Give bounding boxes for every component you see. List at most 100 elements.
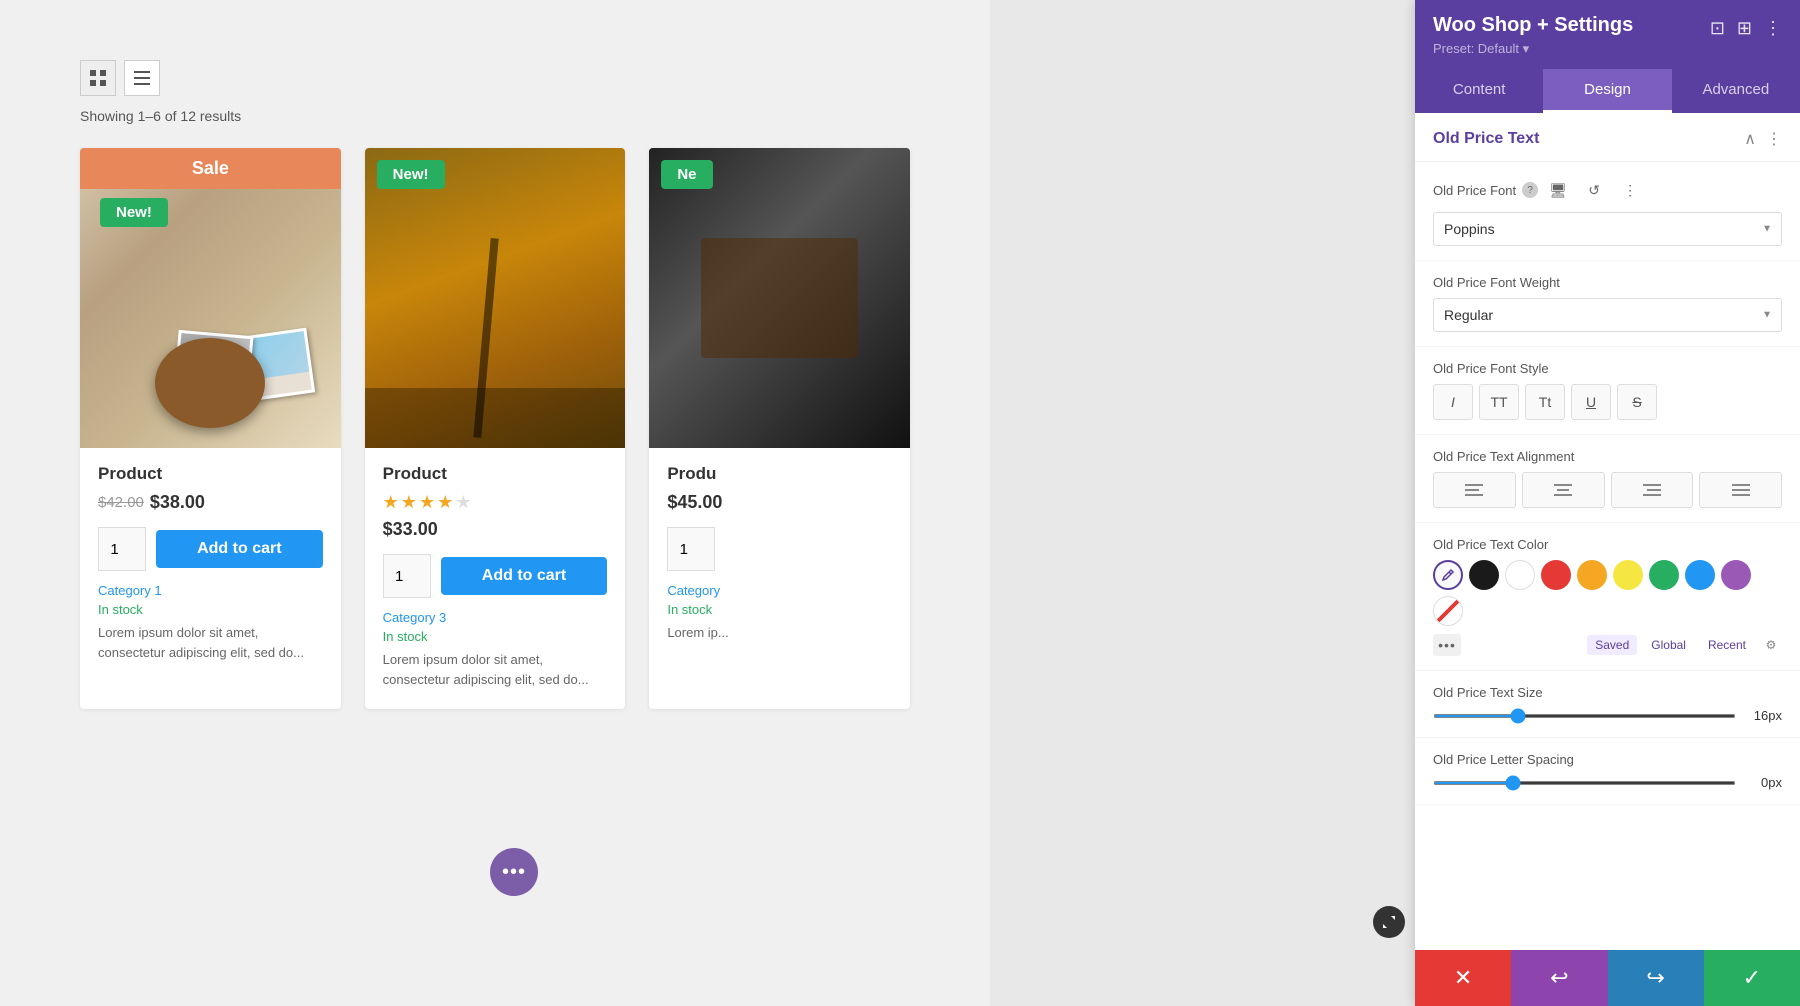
category-link[interactable]: Category <box>667 583 892 598</box>
align-right-button[interactable] <box>1611 472 1694 508</box>
saved-tab[interactable]: Saved <box>1587 635 1637 655</box>
product-image-wrapper: Ne <box>649 148 910 448</box>
desktop-icon[interactable]: 🖥 <box>1544 176 1572 204</box>
product-image-wrapper: New! <box>365 148 626 448</box>
product-name: Produ <box>667 464 892 484</box>
letter-spacing-range-row: 0px <box>1433 775 1782 790</box>
size-setting-row: Old Price Text Size 16px <box>1415 671 1800 738</box>
reset-icon[interactable]: ↺ <box>1580 176 1608 204</box>
new-badge: New! <box>377 160 445 189</box>
category-link[interactable]: Category 1 <box>98 583 323 598</box>
cancel-button[interactable]: ✕ <box>1415 950 1511 1006</box>
font-setting-row: Old Price Font ? 🖥 ↺ ⋮ Poppins Open Sans… <box>1415 162 1800 261</box>
color-more-button[interactable]: ••• <box>1433 634 1461 656</box>
old-price: $42.00 <box>98 494 144 511</box>
color-red[interactable] <box>1541 560 1571 590</box>
color-blue[interactable] <box>1685 560 1715 590</box>
tab-content[interactable]: Content <box>1415 69 1543 113</box>
product-description: Lorem ipsum dolor sit amet, consectetur … <box>383 650 608 689</box>
cart-row: Add to cart <box>98 527 323 571</box>
new-price: $38.00 <box>150 492 205 513</box>
price: $33.00 <box>383 519 438 540</box>
section-more-icon[interactable]: ⋮ <box>1766 129 1782 149</box>
product-image <box>365 148 626 448</box>
font-action-icons: 🖥 ↺ ⋮ <box>1544 176 1644 204</box>
action-bar: ✕ ↩ ↪ ✓ <box>1415 950 1800 1006</box>
product-body: Produ $45.00 Category In stock Lorem ip.… <box>649 448 910 663</box>
in-stock-label: In stock <box>667 602 892 617</box>
confirm-button[interactable]: ✓ <box>1704 950 1800 1006</box>
color-saved-row: ••• Saved Global Recent ⚙ <box>1433 634 1782 656</box>
eyedropper-button[interactable] <box>1433 560 1463 590</box>
weight-select-wrapper: Regular Bold Light Medium Semi Bold Extr… <box>1433 298 1782 332</box>
help-icon[interactable]: ? <box>1522 182 1538 198</box>
redo-button[interactable]: ↪ <box>1608 950 1704 1006</box>
size-range-row: 16px <box>1433 708 1782 723</box>
color-clear[interactable] <box>1433 596 1463 626</box>
underline-button[interactable]: U <box>1571 384 1611 420</box>
italic-button[interactable]: I <box>1433 384 1473 420</box>
align-left-button[interactable] <box>1433 472 1516 508</box>
panel-header-icons: ⊡ ⊞ ⋮ <box>1710 18 1782 39</box>
grid-view-button[interactable] <box>80 60 116 96</box>
product-body: Product ★ ★ ★ ★ ★ $33.00 Add to cart Cat… <box>365 448 626 709</box>
undo-button[interactable]: ↩ <box>1511 950 1607 1006</box>
tab-advanced[interactable]: Advanced <box>1672 69 1800 113</box>
alignment-setting-row: Old Price Text Alignment <box>1415 435 1800 523</box>
font-more-icon[interactable]: ⋮ <box>1616 176 1644 204</box>
recent-tab[interactable]: Recent <box>1700 635 1754 655</box>
responsive-icon[interactable]: ⊡ <box>1710 18 1725 39</box>
section-title: Old Price Text <box>1433 130 1539 148</box>
color-settings-icon[interactable]: ⚙ <box>1760 634 1782 656</box>
color-yellow[interactable] <box>1613 560 1643 590</box>
font-style-row: I TT Tt U S <box>1433 384 1782 420</box>
font-select[interactable]: Poppins Open Sans Roboto Lato <box>1433 212 1782 246</box>
panel-header: Woo Shop + Settings Preset: Default ▾ ⊡ … <box>1415 0 1800 69</box>
letter-spacing-setting-row: Old Price Letter Spacing 0px <box>1415 738 1800 805</box>
add-to-cart-button[interactable]: Add to cart <box>441 557 608 595</box>
more-options-button[interactable]: ••• <box>490 848 538 896</box>
panel-tabs: Content Design Advanced <box>1415 69 1800 113</box>
new-badge: Ne <box>661 160 712 189</box>
product-name: Product <box>383 464 608 484</box>
alignment-row <box>1433 472 1782 508</box>
align-justify-button[interactable] <box>1699 472 1782 508</box>
color-black[interactable] <box>1469 560 1499 590</box>
size-slider[interactable] <box>1433 714 1736 718</box>
panel-body: Old Price Text ∧ ⋮ Old Price Font ? 🖥 ↺ … <box>1415 113 1800 1006</box>
uppercase-button[interactable]: TT <box>1479 384 1519 420</box>
layout-icon[interactable]: ⊞ <box>1737 18 1752 39</box>
list-view-button[interactable] <box>124 60 160 96</box>
product-card: Ne Produ $45.00 Category In stock Lorem … <box>649 148 910 709</box>
global-tab[interactable]: Global <box>1643 635 1694 655</box>
color-orange[interactable] <box>1577 560 1607 590</box>
quantity-input[interactable] <box>98 527 146 571</box>
quantity-input[interactable] <box>383 554 431 598</box>
resize-handle[interactable] <box>1373 906 1405 938</box>
capitalize-button[interactable]: Tt <box>1525 384 1565 420</box>
letter-spacing-slider[interactable] <box>1433 781 1736 785</box>
tab-design[interactable]: Design <box>1543 69 1671 113</box>
settings-panel: Woo Shop + Settings Preset: Default ▾ ⊡ … <box>1415 0 1800 1006</box>
color-setting-row: Old Price Text Color ••• S <box>1415 523 1800 671</box>
in-stock-label: In stock <box>98 602 323 617</box>
color-white[interactable] <box>1505 560 1535 590</box>
color-green[interactable] <box>1649 560 1679 590</box>
product-description: Lorem ip... <box>667 623 892 643</box>
results-count: Showing 1–6 of 12 results <box>80 108 910 124</box>
align-center-button[interactable] <box>1522 472 1605 508</box>
quantity-input[interactable] <box>667 527 715 571</box>
font-weight-select[interactable]: Regular Bold Light Medium Semi Bold Extr… <box>1433 298 1782 332</box>
collapse-icon[interactable]: ∧ <box>1744 129 1756 149</box>
letter-spacing-label: Old Price Letter Spacing <box>1433 752 1782 767</box>
cart-row: Add to cart <box>383 554 608 598</box>
new-badge: New! <box>100 198 168 227</box>
strikethrough-button[interactable]: S <box>1617 384 1657 420</box>
add-to-cart-button[interactable]: Add to cart <box>156 530 323 568</box>
more-icon[interactable]: ⋮ <box>1764 18 1782 39</box>
weight-label: Old Price Font Weight <box>1433 275 1782 290</box>
font-weight-setting-row: Old Price Font Weight Regular Bold Light… <box>1415 261 1800 347</box>
color-purple[interactable] <box>1721 560 1751 590</box>
category-link[interactable]: Category 3 <box>383 610 608 625</box>
panel-preset: Preset: Default ▾ <box>1433 41 1782 57</box>
